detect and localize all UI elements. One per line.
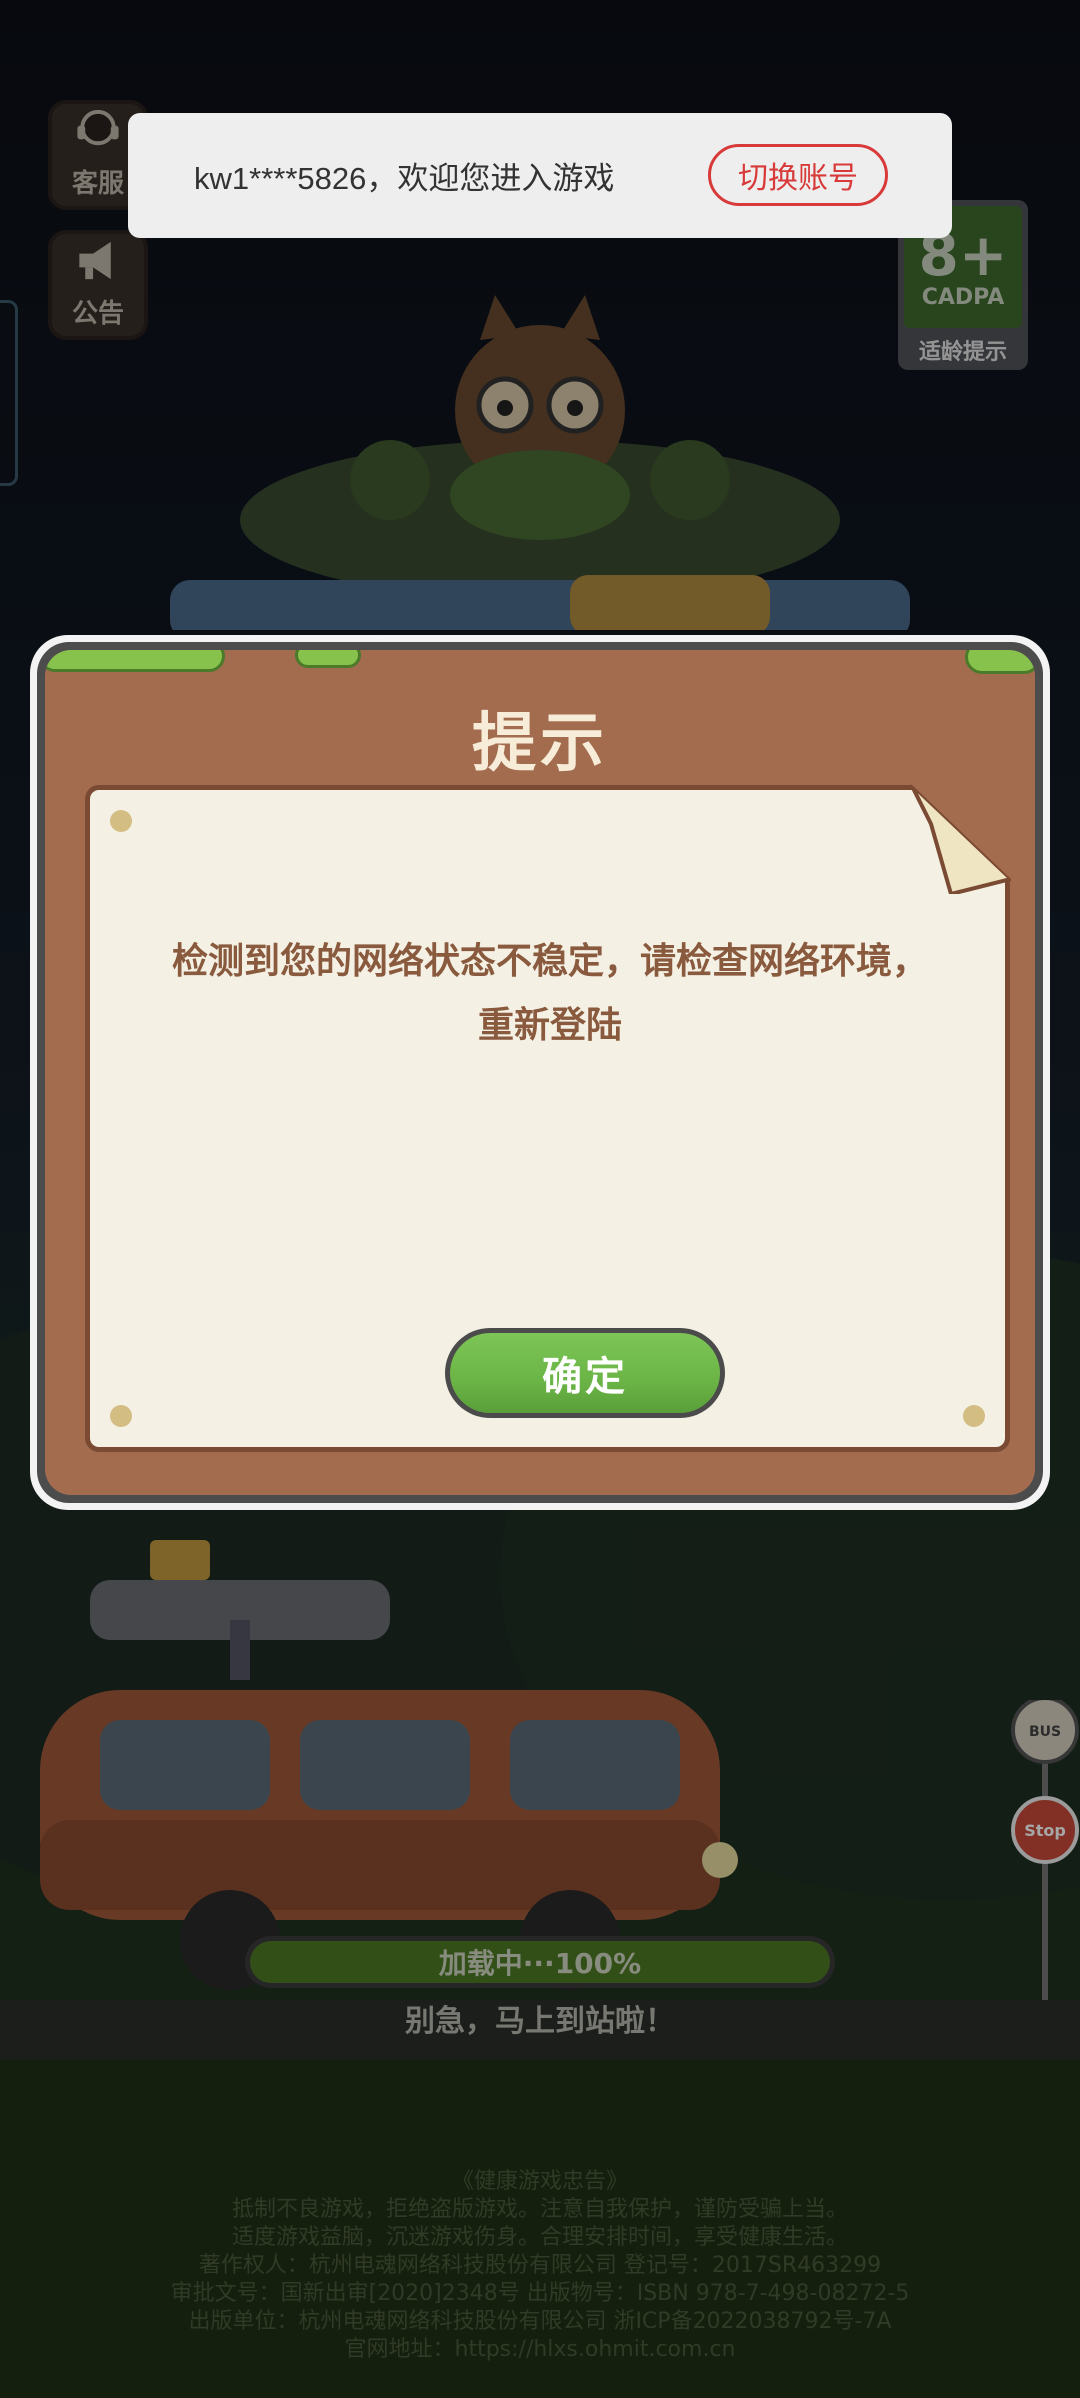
switch-account-button[interactable]: 切换账号	[708, 144, 888, 206]
pin-icon	[110, 810, 132, 832]
pin-icon	[963, 1405, 985, 1427]
welcome-toast: kw1****5826，欢迎您进入游戏 切换账号	[128, 113, 952, 238]
game-screen: 客服 公告 8+ CADPA 适龄提示 BUS Stop 加载中···100% …	[0, 0, 1080, 2398]
page-curl-icon	[911, 784, 1011, 894]
alert-dialog: 提示 检测到您的网络状态不稳定，请检查网络环境，重新登陆 确定	[30, 635, 1050, 1510]
dialog-paper: 检测到您的网络状态不稳定，请检查网络环境，重新登陆 确定	[85, 784, 1011, 1452]
vine-decoration	[965, 650, 1035, 674]
vine-decoration	[295, 650, 361, 668]
vine-decoration	[45, 650, 225, 672]
dialog-wood-panel: 提示 检测到您的网络状态不稳定，请检查网络环境，重新登陆 确定	[45, 650, 1035, 1495]
confirm-button-label[interactable]: 确定	[450, 1333, 720, 1413]
dialog-title: 提示	[472, 707, 608, 781]
confirm-button[interactable]: 确定	[445, 1328, 725, 1418]
pin-icon	[110, 1405, 132, 1427]
dialog-message: 检测到您的网络状态不稳定，请检查网络环境，重新登陆	[171, 941, 928, 1046]
welcome-message: kw1****5826，欢迎您进入游戏	[194, 161, 615, 196]
